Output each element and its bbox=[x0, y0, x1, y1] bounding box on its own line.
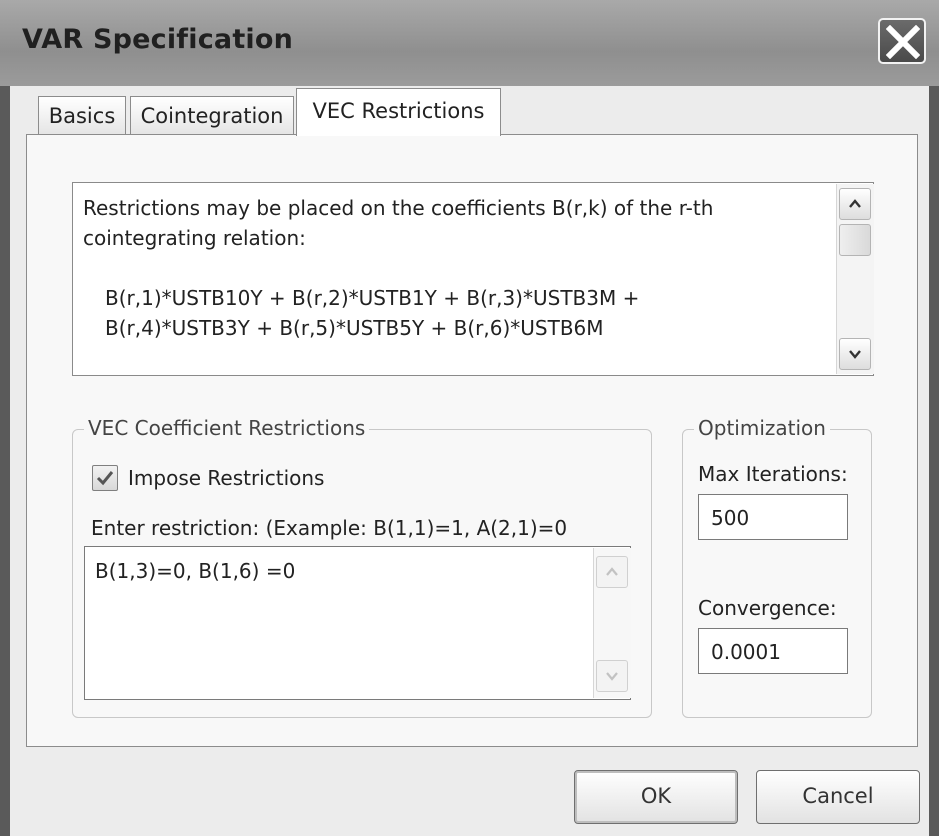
restriction-scroll-up-button[interactable] bbox=[596, 556, 628, 588]
formula-line-1: B(r,1)*USTB10Y + B(r,2)*USTB1Y + B(r,3)*… bbox=[105, 286, 640, 310]
vec-group-label: VEC Coefficient Restrictions bbox=[84, 416, 370, 440]
max-iterations-value: 500 bbox=[711, 506, 750, 530]
cancel-button-label: Cancel bbox=[802, 784, 874, 808]
formula-line-2: B(r,4)*USTB3Y + B(r,5)*USTB5Y + B(r,6)*U… bbox=[105, 316, 604, 340]
info-scrollbar[interactable] bbox=[836, 184, 874, 374]
info-line-1: Restrictions may be placed on the coeffi… bbox=[83, 196, 714, 220]
info-description: Restrictions may be placed on the coeffi… bbox=[83, 193, 823, 253]
ok-button[interactable]: OK bbox=[574, 770, 738, 824]
info-formula: B(r,1)*USTB10Y + B(r,2)*USTB1Y + B(r,3)*… bbox=[105, 283, 639, 343]
tab-cointegration-label: Cointegration bbox=[140, 104, 284, 128]
restriction-prompt: Enter restriction: (Example: B(1,1)=1, A… bbox=[91, 516, 568, 540]
checkmark-icon bbox=[96, 471, 114, 486]
tab-basics-label: Basics bbox=[48, 104, 116, 128]
close-button[interactable] bbox=[878, 18, 926, 64]
scroll-up-button[interactable] bbox=[839, 188, 871, 220]
tab-vec-restrictions-label: VEC Restrictions bbox=[312, 99, 485, 123]
tab-basics[interactable]: Basics bbox=[38, 96, 126, 136]
tab-cointegration[interactable]: Cointegration bbox=[130, 96, 294, 136]
convergence-field[interactable]: 0.0001 bbox=[698, 628, 848, 674]
max-iterations-field[interactable]: 500 bbox=[698, 494, 848, 540]
ok-button-label: OK bbox=[640, 784, 672, 808]
restriction-scrollbar[interactable] bbox=[593, 548, 631, 698]
window-title: VAR Specification bbox=[22, 24, 294, 55]
restriction-scroll-down-button[interactable] bbox=[596, 660, 628, 692]
convergence-value: 0.0001 bbox=[711, 640, 781, 664]
close-icon bbox=[886, 25, 920, 59]
tab-vec-restrictions[interactable]: VEC Restrictions bbox=[296, 88, 501, 136]
scroll-down-button[interactable] bbox=[839, 338, 871, 370]
restriction-input[interactable]: B(1,3)=0, B(1,6) =0 bbox=[84, 546, 631, 700]
max-iterations-label: Max Iterations: bbox=[698, 462, 848, 486]
chevron-up-icon bbox=[849, 199, 861, 208]
impose-restrictions-label[interactable]: Impose Restrictions bbox=[128, 466, 324, 490]
convergence-label: Convergence: bbox=[698, 596, 837, 620]
scroll-thumb[interactable] bbox=[839, 224, 871, 256]
restriction-input-value: B(1,3)=0, B(1,6) =0 bbox=[95, 559, 296, 583]
chevron-down-icon bbox=[606, 672, 618, 681]
info-line-2: cointegrating relation: bbox=[83, 226, 306, 250]
title-bar: VAR Specification bbox=[0, 0, 939, 86]
impose-restrictions-checkbox[interactable] bbox=[92, 465, 118, 491]
cancel-button[interactable]: Cancel bbox=[756, 770, 920, 824]
info-textbox[interactable]: Restrictions may be placed on the coeffi… bbox=[72, 182, 874, 376]
optimization-group-label: Optimization bbox=[694, 416, 830, 440]
chevron-down-icon bbox=[849, 350, 861, 359]
chevron-up-icon bbox=[606, 567, 618, 576]
